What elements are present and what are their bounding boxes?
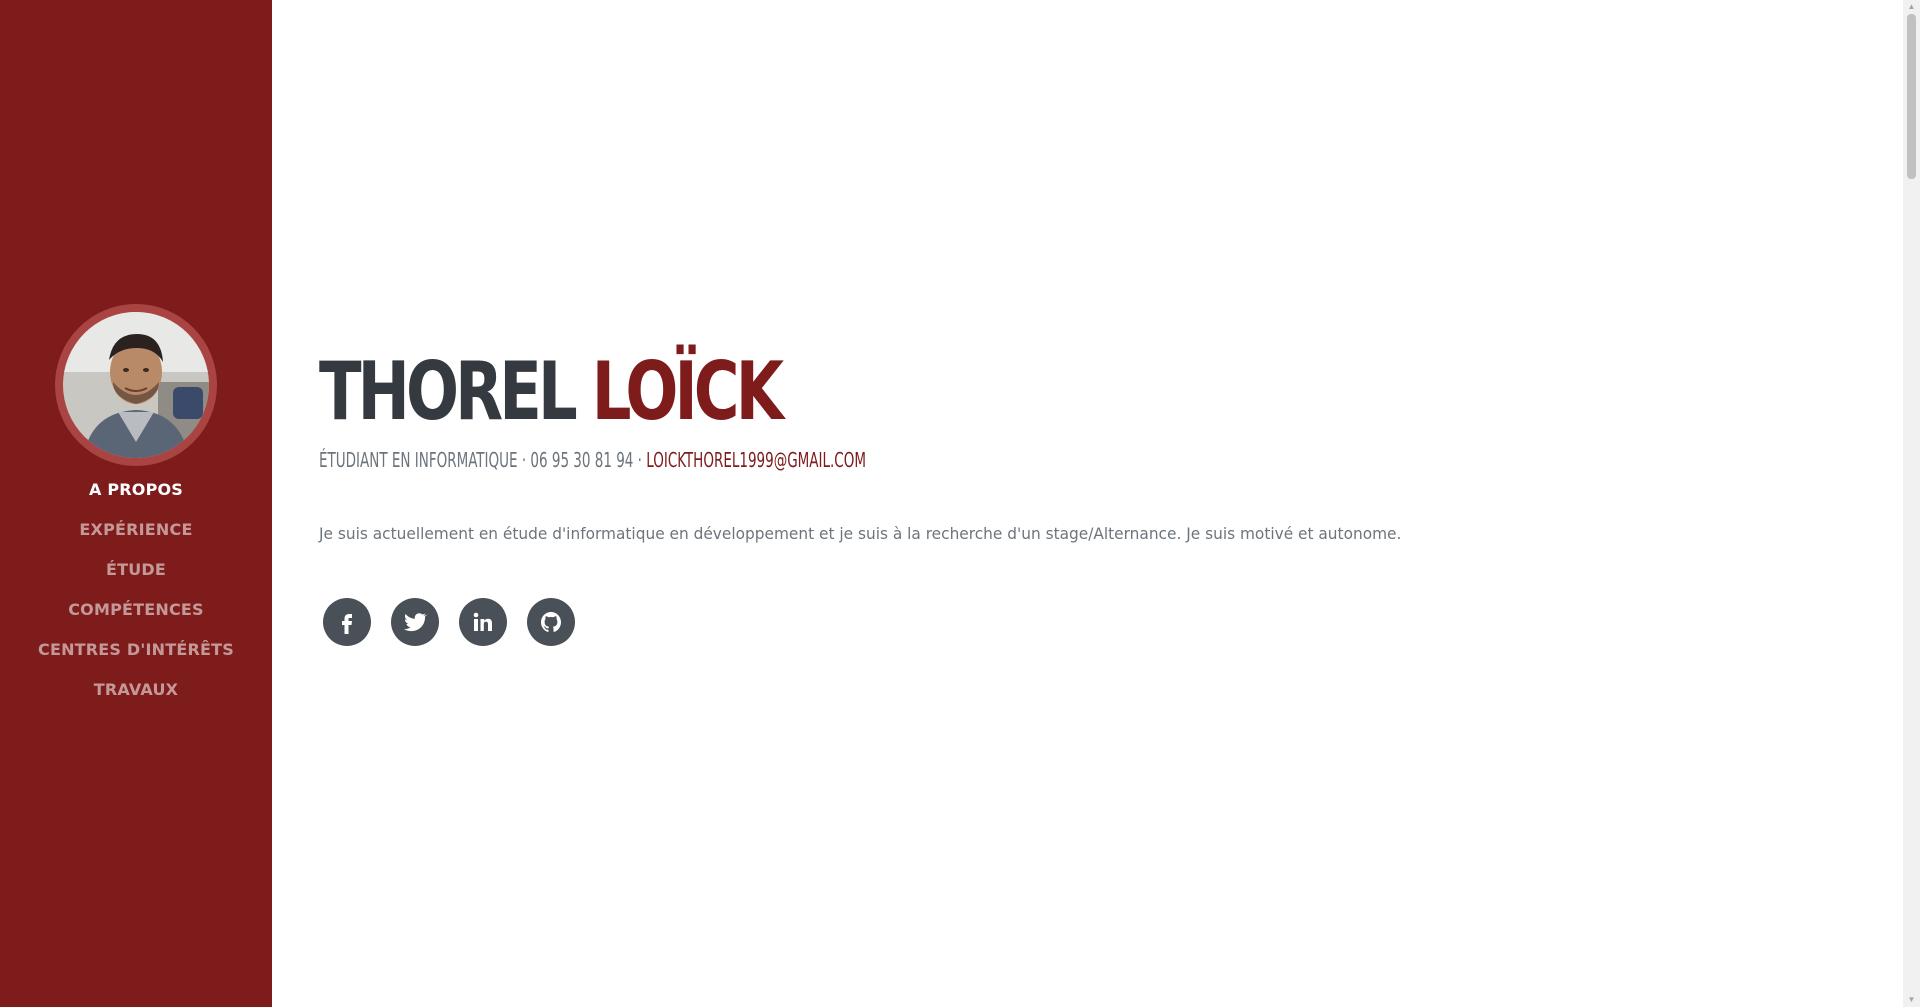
avatar-frame <box>55 304 217 466</box>
email-link[interactable]: LOICKTHOREL1999@GMAIL.COM <box>646 448 866 472</box>
scroll-up-icon[interactable]: ▲ <box>1903 0 1920 14</box>
avatar <box>63 312 209 458</box>
facebook-link[interactable] <box>323 598 371 646</box>
nav-item-travaux[interactable]: TRAVAUX <box>94 680 178 699</box>
scrollbar-thumb[interactable] <box>1907 14 1916 179</box>
nav-item-centres-interets[interactable]: CENTRES D'INTÉRÊTS <box>38 640 234 659</box>
github-icon <box>541 612 561 632</box>
github-link[interactable] <box>527 598 575 646</box>
last-name: THOREL <box>319 345 578 438</box>
nav-item-a-propos[interactable]: A PROPOS <box>89 480 183 499</box>
subheading: ÉTUDIANT EN INFORMATIQUE · 06 95 30 81 9… <box>319 448 866 472</box>
scroll-down-icon[interactable]: ▼ <box>1903 993 1920 1007</box>
linkedin-icon <box>473 612 492 631</box>
main-content: THOREL LOÏCK ÉTUDIANT EN INFORMATIQUE · … <box>272 0 1903 1007</box>
nav-item-etude[interactable]: ÉTUDE <box>106 560 166 579</box>
linkedin-link[interactable] <box>459 598 507 646</box>
phone-number: 06 95 30 81 94 <box>530 448 634 472</box>
separator: · <box>517 448 531 472</box>
about-text: Je suis actuellement en étude d'informat… <box>319 524 1402 543</box>
sidebar: A PROPOS EXPÉRIENCE ÉTUDE COMPÉTENCES CE… <box>0 0 272 1007</box>
facebook-icon <box>342 614 352 634</box>
first-name: LOÏCK <box>591 345 784 438</box>
scrollbar[interactable]: ▲ ▼ <box>1903 0 1920 1007</box>
sidebar-nav: A PROPOS EXPÉRIENCE ÉTUDE COMPÉTENCES CE… <box>0 470 272 710</box>
social-links <box>323 598 575 646</box>
nav-item-competences[interactable]: COMPÉTENCES <box>68 600 204 619</box>
nav-item-experience[interactable]: EXPÉRIENCE <box>79 520 192 539</box>
role-text: ÉTUDIANT EN INFORMATIQUE <box>319 448 518 472</box>
twitter-icon <box>404 613 428 632</box>
separator: · <box>633 448 647 472</box>
page-title: THOREL LOÏCK <box>319 352 784 432</box>
twitter-link[interactable] <box>391 598 439 646</box>
